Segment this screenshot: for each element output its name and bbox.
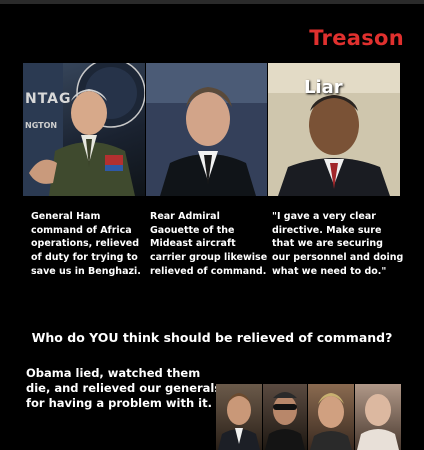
page-title: Treason [309, 26, 404, 50]
thumbnail-portrait-3 [308, 384, 354, 450]
liar-label: Liar [304, 77, 343, 98]
question-text: Who do YOU think should be relieved of c… [31, 330, 393, 345]
photo-president: Liar [268, 63, 400, 196]
caption-general-ham: General Ham command of Africa operations… [31, 211, 141, 277]
photo-watermark-subtext: NGTON [25, 121, 58, 130]
admiral-portrait-illustration [146, 63, 267, 196]
photo-general-ham: NTAG NGTON [23, 63, 145, 196]
thumbnail-portrait-2 [263, 384, 307, 450]
caption-rear-admiral: Rear Admiral Gaouette of the Mideast air… [150, 211, 268, 277]
caption-quote: "I gave a very clear directive. Make sur… [272, 211, 404, 277]
photo-rear-admiral [146, 63, 267, 196]
bottom-statement: Obama lied, watched them die, and reliev… [26, 366, 222, 410]
photo-watermark-text: NTAG [25, 91, 72, 107]
top-band [0, 0, 424, 4]
thumbnail-portrait-1 [216, 384, 262, 450]
thumbnail-portrait-4 [355, 384, 401, 450]
